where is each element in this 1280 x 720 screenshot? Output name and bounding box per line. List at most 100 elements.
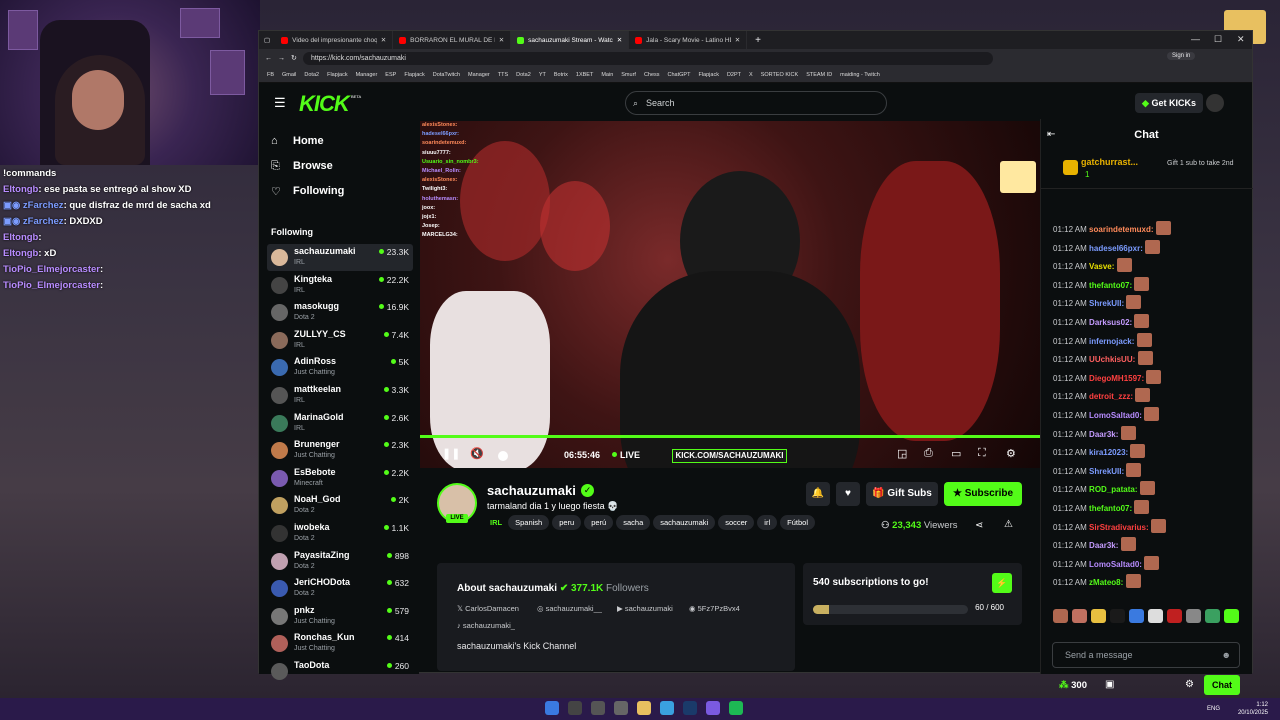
- bookmark-item[interactable]: D2PT: [727, 72, 741, 78]
- following-item[interactable]: iwobeka Dota 2 1.1K: [267, 520, 413, 547]
- get-kicks-button[interactable]: ◆ Get KICKs: [1135, 93, 1203, 113]
- app-icon[interactable]: [591, 701, 605, 715]
- emote-icon[interactable]: [1148, 609, 1163, 623]
- chat-username[interactable]: thefanto07:: [1089, 504, 1132, 513]
- emote-icon[interactable]: [1186, 609, 1201, 623]
- stream-tag[interactable]: soccer: [718, 515, 755, 530]
- following-item[interactable]: mattkeelan IRL 3.3K: [267, 382, 413, 409]
- chat-username[interactable]: Daar3k:: [1089, 430, 1118, 439]
- chat-username[interactable]: ROD_patata:: [1089, 485, 1137, 494]
- following-item[interactable]: TaoDota 260: [267, 658, 413, 685]
- video-player[interactable]: [420, 121, 1040, 468]
- bookmark-item[interactable]: Gmail: [282, 72, 296, 78]
- following-item[interactable]: PayasitaZing Dota 2 898: [267, 548, 413, 575]
- bookmark-item[interactable]: TTS: [498, 72, 508, 78]
- tiktok-link[interactable]: ♪ sachauzumaki_: [457, 621, 515, 630]
- streamer-name[interactable]: sachauzumaki: [487, 483, 576, 498]
- back-icon[interactable]: ←: [265, 55, 272, 62]
- kick-logo[interactable]: KICK: [299, 91, 350, 117]
- maximize-icon[interactable]: ☐: [1214, 34, 1222, 45]
- gift-prompt[interactable]: Gift 1 sub to take 2nd: [1167, 160, 1251, 168]
- tab-actions-icon[interactable]: ▢: [264, 36, 270, 44]
- bookmark-item[interactable]: 1XBET: [576, 72, 593, 78]
- bookmark-item[interactable]: Flapjack: [698, 72, 718, 78]
- emote-icon[interactable]: [1053, 609, 1068, 623]
- bookmark-item[interactable]: maiding - Twitch: [840, 72, 880, 78]
- sign-in-button[interactable]: Sign in: [1167, 52, 1196, 60]
- bookmark-item[interactable]: ESP: [385, 72, 396, 78]
- chat-settings-icon[interactable]: ⚙: [1185, 679, 1194, 690]
- tab-close-icon[interactable]: ✕: [617, 36, 622, 44]
- gift-subs-button[interactable]: 🎁 Gift Subs: [866, 482, 938, 506]
- browser-tab[interactable]: Video del impresionante choque ✕: [275, 31, 394, 49]
- chat-username[interactable]: LomoSaltad0:: [1089, 560, 1142, 569]
- chat-username[interactable]: Daar3k:: [1089, 541, 1118, 550]
- emote-icon[interactable]: [1167, 609, 1182, 623]
- following-item[interactable]: sachauzumaki IRL 23.3K: [267, 244, 413, 271]
- bookmark-item[interactable]: STEAM ID: [806, 72, 832, 78]
- bookmark-item[interactable]: DotaTwitch: [433, 72, 460, 78]
- tab-close-icon[interactable]: ✕: [381, 36, 386, 44]
- bookmark-item[interactable]: Main: [601, 72, 613, 78]
- kick-points[interactable]: ⁂ 300: [1059, 680, 1087, 691]
- search-input[interactable]: ⌕ Search: [625, 91, 887, 115]
- emoji-icon[interactable]: ☻: [1222, 643, 1231, 667]
- chat-username[interactable]: SirStradivarius:: [1089, 523, 1149, 532]
- following-item[interactable]: Kingteka IRL 22.2K: [267, 272, 413, 299]
- settings-icon[interactable]: ⚙: [1006, 447, 1016, 460]
- discord-icon[interactable]: [706, 701, 720, 715]
- bookmark-item[interactable]: ChatGPT: [668, 72, 691, 78]
- following-item[interactable]: EsBebote Minecraft 2.2K: [267, 465, 413, 492]
- browser-tab[interactable]: Jala - Scary Movie - Latino HD - ✕: [629, 31, 748, 49]
- nav-browse[interactable]: Browse: [293, 160, 333, 172]
- emote-icon[interactable]: [1072, 609, 1087, 623]
- emote-icon[interactable]: [1129, 609, 1144, 623]
- close-icon[interactable]: ✕: [1237, 34, 1245, 45]
- follow-heart-icon[interactable]: ♥: [836, 482, 860, 506]
- clip-icon[interactable]: ⎙: [924, 447, 933, 460]
- chat-username[interactable]: LomoSaltad0:: [1089, 411, 1142, 420]
- x-social-link[interactable]: 𝕏 CarlosDamacen: [457, 604, 519, 613]
- bookmark-item[interactable]: FB: [267, 72, 274, 78]
- chat-input[interactable]: Send a message ☻: [1052, 642, 1240, 668]
- following-item[interactable]: MarinaGold IRL 2.6K: [267, 410, 413, 437]
- pause-icon[interactable]: ❚❚: [442, 447, 460, 460]
- bookmark-item[interactable]: X: [749, 72, 753, 78]
- following-item[interactable]: pnkz Just Chatting 579: [267, 603, 413, 630]
- video-progress-bar[interactable]: [420, 435, 1040, 438]
- chat-username[interactable]: hadesel66pxr:: [1089, 244, 1143, 253]
- following-item[interactable]: Ronchas_Kun Just Chatting 414: [267, 630, 413, 657]
- following-item[interactable]: ZULLYY_CS IRL 7.4K: [267, 327, 413, 354]
- stream-tag[interactable]: perú: [584, 515, 614, 530]
- stream-tag[interactable]: irl: [757, 515, 778, 530]
- new-tab-icon[interactable]: +: [755, 35, 761, 46]
- instagram-link[interactable]: ◎ sachauzumaki__: [537, 604, 602, 613]
- report-icon[interactable]: ⚠: [1004, 519, 1013, 530]
- chat-username[interactable]: zMateo8:: [1089, 578, 1123, 587]
- reload-icon[interactable]: ↻: [291, 54, 297, 62]
- stream-tag[interactable]: sacha: [616, 515, 651, 530]
- theater-icon[interactable]: ▭: [951, 447, 961, 460]
- notification-bell-icon[interactable]: 🔔: [806, 482, 830, 506]
- chat-username[interactable]: UUchkisUU:: [1089, 355, 1135, 364]
- chat-username[interactable]: ShrekUII:: [1089, 299, 1124, 308]
- discord-link[interactable]: ◉ 5Fz7PzBvx4: [689, 604, 740, 613]
- emote-icon[interactable]: [1110, 609, 1125, 623]
- windows-start-icon[interactable]: [545, 701, 559, 715]
- volume-slider-icon[interactable]: [498, 451, 508, 461]
- bookmark-item[interactable]: Dota2: [304, 72, 319, 78]
- fullscreen-icon[interactable]: ⛶: [978, 447, 986, 460]
- nav-home[interactable]: Home: [293, 135, 324, 147]
- bookmark-item[interactable]: Flapjack: [327, 72, 347, 78]
- emote-icon[interactable]: [1224, 609, 1239, 623]
- subscribe-button[interactable]: ★ Subscribe: [944, 482, 1022, 506]
- file-explorer-icon[interactable]: [637, 701, 651, 715]
- bookmark-item[interactable]: Manager: [468, 72, 490, 78]
- stream-tag[interactable]: Fútbol: [780, 515, 815, 530]
- chat-username[interactable]: kira12023:: [1089, 448, 1128, 457]
- bookmark-item[interactable]: Smurf: [621, 72, 636, 78]
- bookmark-item[interactable]: Dota2: [516, 72, 531, 78]
- chat-username[interactable]: Darksus02:: [1089, 318, 1132, 327]
- chat-username[interactable]: detroit_zzz:: [1089, 392, 1133, 401]
- forward-icon[interactable]: →: [278, 55, 285, 62]
